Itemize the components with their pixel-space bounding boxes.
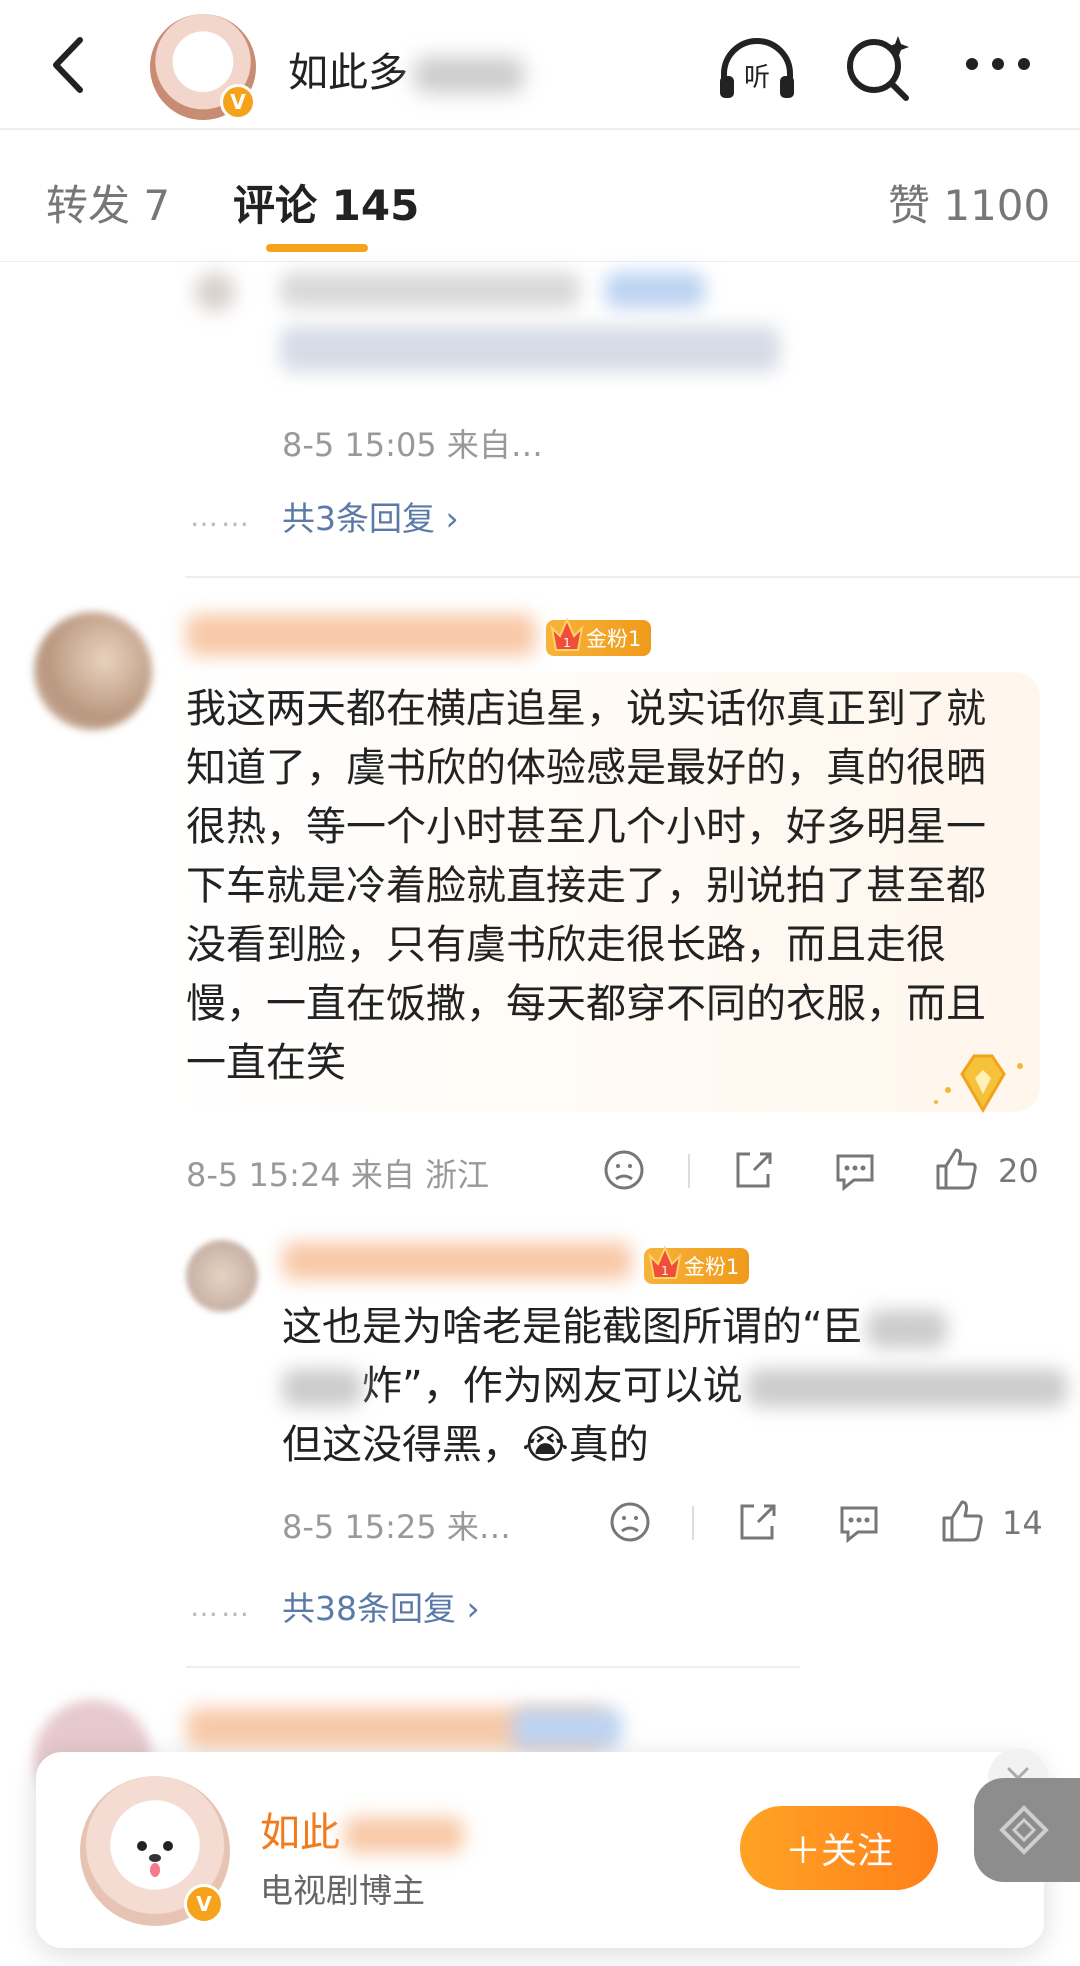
back-arrow-icon[interactable] <box>38 30 108 100</box>
crown-icon: 1 <box>548 614 586 656</box>
comment-icon[interactable] <box>836 1502 882 1548</box>
reply-dots: …… <box>190 1590 252 1623</box>
floating-side-button[interactable] <box>974 1778 1080 1882</box>
top-bar: V 如此多 听 <box>0 0 1080 130</box>
divider <box>185 576 1080 578</box>
dislike-icon[interactable] <box>602 1148 646 1196</box>
action-separator <box>692 1506 694 1540</box>
tab-likes[interactable]: 赞 1100 <box>888 172 1050 233</box>
svg-text:听: 听 <box>744 63 770 93</box>
sparkle-emblem-icon <box>926 1048 1036 1122</box>
tab-repost[interactable]: 转发 7 <box>46 172 170 233</box>
reply-line-3: 但这没得黑，😭真的 <box>282 1422 649 1468</box>
reply-fan-badge: 1 金粉1 <box>644 1245 750 1284</box>
share-icon[interactable] <box>734 1500 780 1548</box>
diamond-icon <box>999 1805 1049 1855</box>
reply-line-1: 这也是为啥老是能截图所谓的“臣 <box>282 1298 947 1357</box>
commenter-avatar[interactable] <box>34 612 152 730</box>
author-avatar[interactable]: V <box>150 14 256 120</box>
like-count: 20 <box>998 1152 1039 1190</box>
follow-card: V 如此 电视剧博主 ＋关注 <box>36 1752 1044 1948</box>
action-separator <box>688 1154 690 1188</box>
verified-badge-icon: V <box>220 84 256 120</box>
fan-badge-label: 金粉1 <box>586 627 642 651</box>
reply-avatar[interactable] <box>186 1240 258 1312</box>
svg-text:1: 1 <box>661 1264 669 1278</box>
reply-timestamp: 8-5 15:05 来自… <box>282 426 543 464</box>
comment-meta: 8-5 15:24 来自 浙江 <box>186 1156 490 1194</box>
more-replies-link[interactable]: 共38条回复 › <box>282 1582 480 1630</box>
blurred-reply-text <box>280 326 780 372</box>
reply-meta: 8-5 15:25 来… <box>282 1508 511 1546</box>
reply-line-2: 炸”，作为网友可以说 <box>282 1357 1067 1416</box>
comment-text: 我这两天都在横店追星，说实话你真正到了就知道了，虞书欣的体验感是最好的，真的很晒… <box>186 686 986 1086</box>
svg-text:1: 1 <box>563 636 571 650</box>
comment-icon[interactable] <box>832 1150 878 1196</box>
next-commenter-badge-blurred <box>512 1708 622 1748</box>
listen-icon[interactable]: 听 <box>712 34 802 108</box>
reply-name-blurred[interactable] <box>282 1242 632 1280</box>
like-icon[interactable] <box>938 1498 986 1548</box>
crown-icon: 1 <box>646 1242 684 1284</box>
verified-badge-icon: V <box>184 1884 224 1924</box>
page-title: 如此多 <box>288 40 524 98</box>
like-icon[interactable] <box>932 1146 980 1196</box>
tab-indicator <box>266 244 368 252</box>
more-icon[interactable] <box>962 44 1042 88</box>
dislike-icon[interactable] <box>608 1500 652 1548</box>
commenter-name-blurred[interactable] <box>186 614 536 656</box>
follow-button[interactable]: ＋关注 <box>740 1806 938 1890</box>
divider <box>186 1666 800 1668</box>
like-count: 14 <box>1002 1504 1043 1542</box>
fan-badge-label: 金粉1 <box>684 1255 740 1279</box>
blogger-avatar[interactable]: V <box>80 1776 230 1926</box>
search-icon[interactable] <box>842 30 918 110</box>
reply-dots: …… <box>190 500 252 533</box>
share-icon[interactable] <box>730 1148 776 1196</box>
tab-bar: 转发 7 评论 145 赞 1100 <box>0 130 1080 262</box>
tab-comments[interactable]: 评论 145 <box>233 172 419 233</box>
dog-face-icon <box>137 1841 173 1877</box>
blogger-subtitle: 电视剧博主 <box>260 1871 425 1910</box>
blogger-name[interactable]: 如此 <box>260 1800 464 1858</box>
more-replies-link[interactable]: 共3条回复 › <box>282 492 459 540</box>
gold-fan-badge: 1 金粉1 <box>546 617 652 656</box>
